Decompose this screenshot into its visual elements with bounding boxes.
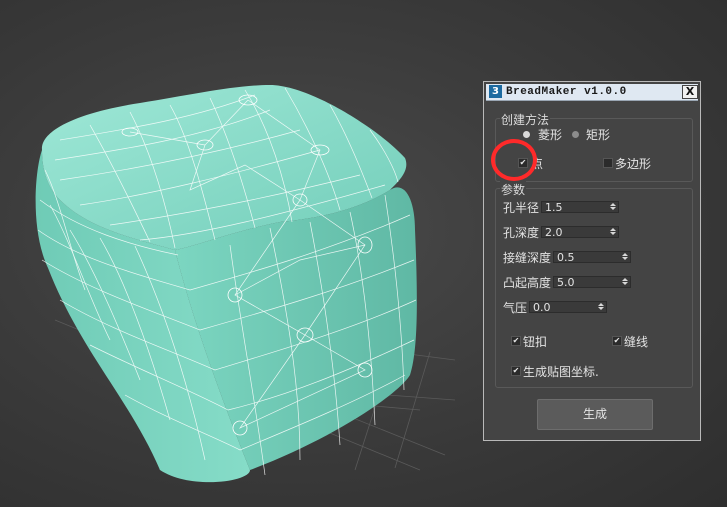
- air-pressure-label: 气压: [503, 301, 528, 315]
- radio-rectangle-label: 矩形: [586, 128, 611, 142]
- parameters-title: 参数: [500, 181, 527, 198]
- checkbox-polygon-label: 多边形: [615, 157, 652, 171]
- spinner-arrows-icon[interactable]: [597, 302, 604, 312]
- seam-depth-label: 接缝深度: [503, 251, 552, 265]
- breadmaker-dialog: 3 BreadMaker v1.0.0 X 创建方法 菱形 矩形 ✔ 点 多边形…: [483, 81, 701, 441]
- air-pressure-value: 0.0: [533, 301, 551, 314]
- checkbox-gen-uv-label: 生成贴图坐标.: [523, 365, 599, 379]
- checkbox-polygon[interactable]: [603, 158, 613, 168]
- bulge-height-label: 凸起高度: [503, 276, 552, 290]
- tufted-cube-model: [35, 85, 417, 483]
- checkbox-seam-label: 缝线: [624, 335, 649, 349]
- spinner-arrows-icon[interactable]: [609, 227, 616, 237]
- bulge-height-spinner[interactable]: 5.0: [553, 276, 631, 289]
- checkbox-button[interactable]: ✔: [511, 336, 521, 346]
- checkbox-button-label: 钮扣: [523, 335, 548, 349]
- dialog-title: BreadMaker v1.0.0: [506, 86, 627, 98]
- hole-depth-spinner[interactable]: 2.0: [541, 226, 619, 239]
- radio-diamond-label: 菱形: [538, 128, 563, 142]
- generate-button[interactable]: 生成: [537, 399, 653, 430]
- radio-rectangle[interactable]: [572, 131, 579, 138]
- spinner-arrows-icon[interactable]: [621, 277, 628, 287]
- hole-radius-value: 1.5: [545, 201, 563, 214]
- hole-radius-label: 孔半径: [503, 201, 540, 215]
- air-pressure-spinner[interactable]: 0.0: [529, 301, 607, 314]
- parameters-group: 参数 孔半径 1.5 孔深度 2.0 接缝深度 0.5 凸起高度 5.0 气压 …: [495, 181, 693, 388]
- seam-depth-spinner[interactable]: 0.5: [553, 251, 631, 264]
- seam-depth-value: 0.5: [557, 251, 575, 264]
- dialog-titlebar[interactable]: 3 BreadMaker v1.0.0 X: [486, 84, 698, 101]
- hole-depth-value: 2.0: [545, 226, 563, 239]
- spinner-arrows-icon[interactable]: [609, 202, 616, 212]
- spinner-arrows-icon[interactable]: [621, 252, 628, 262]
- bulge-height-value: 5.0: [557, 276, 575, 289]
- hole-depth-label: 孔深度: [503, 226, 540, 240]
- radio-diamond[interactable]: [523, 131, 530, 138]
- hole-radius-spinner[interactable]: 1.5: [541, 201, 619, 214]
- checkbox-seam[interactable]: ✔: [612, 336, 622, 346]
- checkbox-gen-uv[interactable]: ✔: [511, 366, 521, 376]
- close-button[interactable]: X: [682, 85, 698, 99]
- 3dsmax-app-icon: 3: [489, 85, 502, 98]
- highlight-circle: [491, 139, 537, 181]
